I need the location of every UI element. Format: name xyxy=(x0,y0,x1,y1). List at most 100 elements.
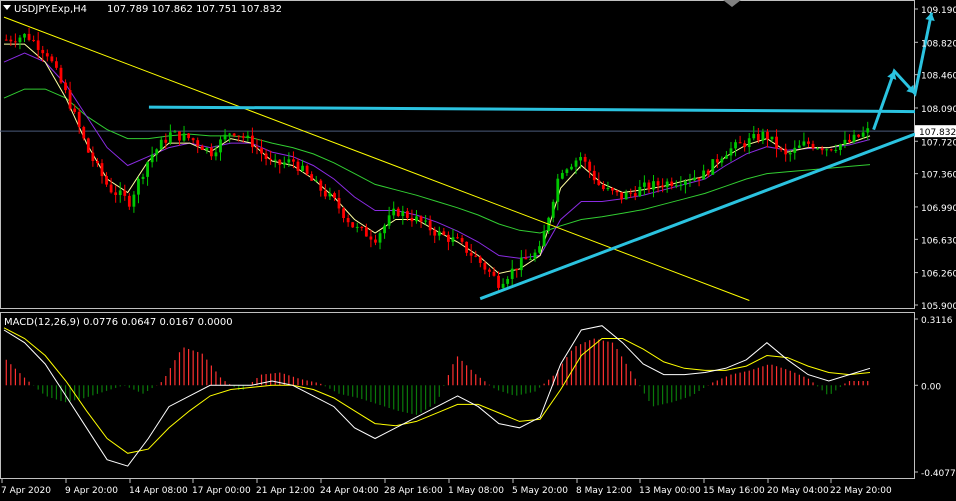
candle-body xyxy=(287,159,291,163)
descending-trendline[interactable] xyxy=(3,16,750,301)
candle-body xyxy=(191,138,195,141)
chart-canvas[interactable]: 109.190 108.820 108.460 108.090 107.720 107.3… xyxy=(0,0,956,497)
candle-body xyxy=(752,134,756,139)
candle-body xyxy=(282,162,286,165)
macd-indicator-label: MACD(12,26,9) 0.0776 0.0647 0.0167 0.000… xyxy=(4,317,233,328)
time-axis-label: 5 May 20:00 xyxy=(512,486,568,496)
time-axis-label: 22 May 20:00 xyxy=(830,486,892,496)
candle-body xyxy=(196,140,200,146)
candle-body xyxy=(793,147,797,153)
candle-body xyxy=(483,262,487,270)
candle-body xyxy=(392,208,396,216)
candle-body xyxy=(200,145,204,150)
candle-body xyxy=(223,134,227,140)
candle-body xyxy=(415,216,418,222)
candle-body xyxy=(766,131,769,140)
candle-body xyxy=(465,241,469,253)
candle-body xyxy=(725,155,728,159)
candle-body xyxy=(519,257,523,271)
candle-body xyxy=(734,142,737,149)
macd-signal-line xyxy=(3,327,871,454)
candle-body xyxy=(164,139,168,143)
candle-body xyxy=(296,161,300,171)
candle-body xyxy=(13,41,17,43)
candle-body xyxy=(756,134,760,141)
dropdown-triangle-icon[interactable] xyxy=(3,5,11,10)
macd-axis-label: -0.4077 xyxy=(921,469,956,479)
candle-body xyxy=(574,160,578,167)
candle-body xyxy=(319,180,323,191)
candle-body xyxy=(232,133,236,136)
symbol-label: USDJPY.Exp,H4 xyxy=(14,4,87,15)
candle-body xyxy=(64,82,67,91)
candle-body xyxy=(478,256,482,263)
candle-body xyxy=(337,197,341,209)
candle-body xyxy=(588,161,592,171)
candle-body xyxy=(209,147,213,157)
candle-body xyxy=(570,166,573,170)
candle-body xyxy=(150,154,154,163)
macd-main-line xyxy=(3,325,871,467)
price-axis-label: 107.720 xyxy=(921,138,956,148)
candle-body xyxy=(556,178,560,202)
candle-body xyxy=(770,136,774,140)
candle-body xyxy=(109,184,113,193)
candle-body xyxy=(314,180,318,182)
candle-body xyxy=(45,53,49,57)
price-axis-label: 106.630 xyxy=(921,236,956,246)
candle-body xyxy=(456,237,459,239)
support-trendline[interactable] xyxy=(479,132,916,301)
chart-shift-marker-icon[interactable] xyxy=(723,0,741,7)
candle-body xyxy=(451,237,455,242)
candle-body xyxy=(442,231,446,235)
candle-body xyxy=(100,163,104,177)
candle-body xyxy=(670,181,674,186)
price-axis-label: 105.900 xyxy=(921,302,956,312)
candle-body xyxy=(132,194,136,207)
macd-axis-label: 0.00 xyxy=(921,382,941,392)
candle-body xyxy=(310,174,314,181)
candle-body xyxy=(73,108,77,112)
candle-body xyxy=(679,184,683,186)
candle-body xyxy=(59,67,63,83)
candle-body xyxy=(301,165,304,171)
price-axis-label: 107.360 xyxy=(921,171,956,181)
candle-body xyxy=(515,268,519,271)
candle-body xyxy=(178,131,181,141)
candle-body xyxy=(41,49,45,54)
candle-body xyxy=(779,148,783,150)
mt4-chart-window[interactable]: 109.190 108.820 108.460 108.090 107.720 107.3… xyxy=(0,0,956,497)
candle-body xyxy=(424,220,428,222)
candle-body xyxy=(697,177,701,180)
candle-body xyxy=(369,236,373,240)
price-axis-label: 109.190 xyxy=(921,6,956,16)
moving-average-fast-line xyxy=(4,43,871,275)
candle-body xyxy=(32,39,36,41)
candle-body xyxy=(137,178,140,195)
ohlc-values: 107.789 107.862 107.751 107.832 xyxy=(107,4,282,15)
candle-body xyxy=(529,259,532,261)
candle-body xyxy=(387,215,391,226)
candle-body xyxy=(656,181,660,186)
candle-body xyxy=(246,135,250,138)
candle-body xyxy=(857,134,861,137)
candle-body xyxy=(269,158,273,160)
candle-body xyxy=(706,170,710,175)
candle-body xyxy=(105,176,108,185)
candle-body xyxy=(323,190,327,197)
candle-body xyxy=(551,201,555,218)
candle-body xyxy=(620,192,623,200)
resistance-trendline[interactable] xyxy=(148,105,916,114)
candle-body xyxy=(351,222,355,228)
candle-body xyxy=(825,149,829,151)
candle-body xyxy=(538,246,541,253)
macd-axis-label: 0.3116 xyxy=(921,316,953,326)
candle-body xyxy=(342,208,345,219)
candle-body xyxy=(684,181,687,185)
candle-body xyxy=(292,159,295,162)
candle-body xyxy=(665,181,669,188)
candle-body xyxy=(729,148,733,156)
candle-body xyxy=(182,133,186,141)
candle-body xyxy=(396,208,400,216)
candle-body xyxy=(606,188,610,190)
